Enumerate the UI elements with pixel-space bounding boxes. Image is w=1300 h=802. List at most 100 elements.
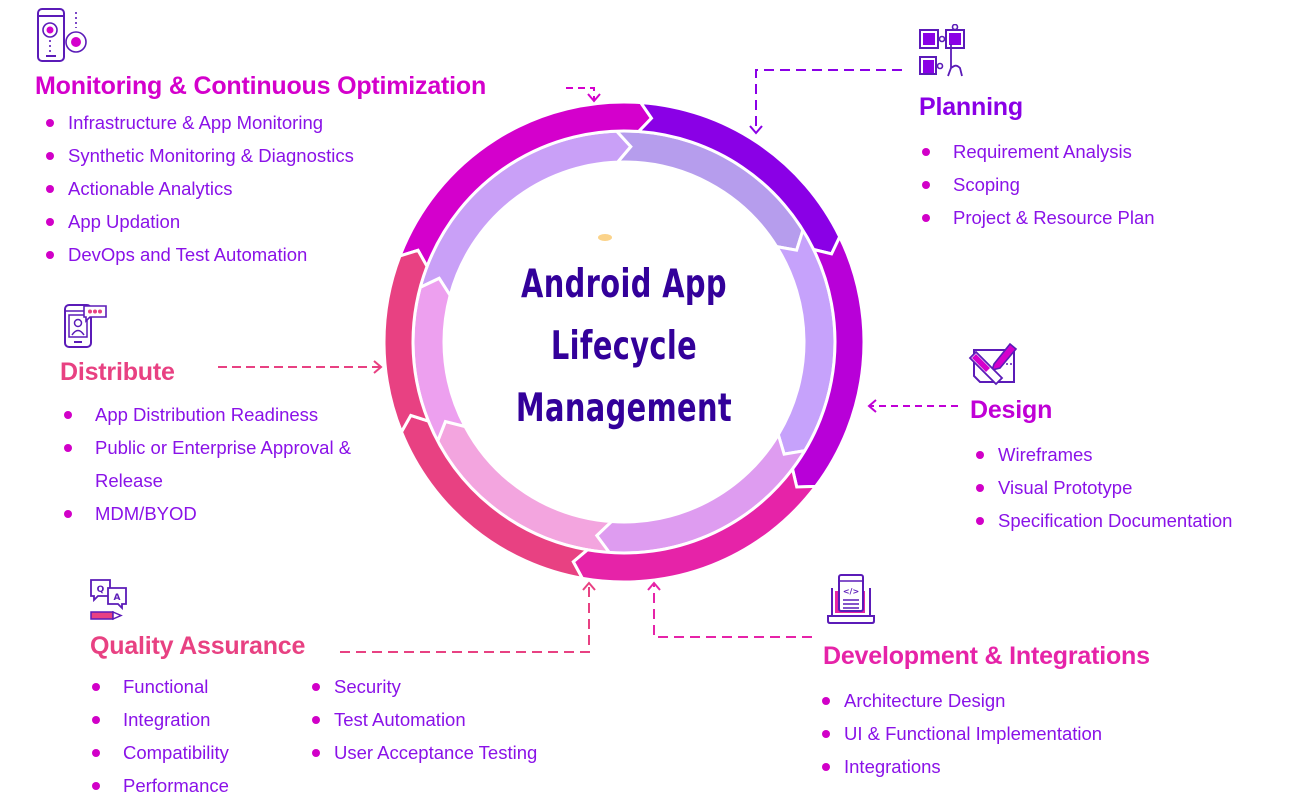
distribute-heading: Distribute xyxy=(60,358,175,386)
decorative-blob xyxy=(598,234,612,241)
puzzle-hand-icon xyxy=(919,24,965,77)
item-label: Security xyxy=(334,676,401,697)
item-label: Infrastructure & App Monitoring xyxy=(68,112,324,133)
bullet-icon xyxy=(46,251,54,259)
quality-list-col1: Functional Integration Compatibility Per… xyxy=(90,670,229,802)
bullet-icon xyxy=(922,214,930,222)
list-item: App Updation xyxy=(46,205,354,238)
bullet-icon xyxy=(822,763,830,771)
planning-heading: Planning xyxy=(919,93,1023,121)
list-item: Project & Resource Plan xyxy=(920,201,1155,234)
item-label: Integration xyxy=(123,709,211,730)
list-item: Visual Prototype xyxy=(976,471,1232,504)
bullet-icon xyxy=(822,697,830,705)
list-item: Performance xyxy=(90,769,229,802)
list-item: App Distribution Readiness xyxy=(62,398,351,431)
distribute-list: App Distribution Readiness Public or Ent… xyxy=(62,398,351,530)
bullet-icon xyxy=(922,148,930,156)
phone-gears-icon xyxy=(37,8,87,62)
bullet-icon xyxy=(46,152,54,160)
item-label: Wireframes xyxy=(998,444,1093,465)
list-item: Functional xyxy=(90,670,229,703)
item-label: Performance xyxy=(123,775,229,796)
item-label: Synthetic Monitoring & Diagnostics xyxy=(68,145,354,166)
list-item: Public or Enterprise Approval & Release xyxy=(62,431,351,497)
bullet-icon xyxy=(46,185,54,193)
list-item: Requirement Analysis xyxy=(920,135,1155,168)
development-heading: Development & Integrations xyxy=(823,642,1150,670)
list-item: Specification Documentation xyxy=(976,504,1232,537)
list-item: Synthetic Monitoring & Diagnostics xyxy=(46,139,354,172)
item-label: UI & Functional Implementation xyxy=(844,723,1103,744)
center-title-line: Android App xyxy=(521,262,727,307)
list-item: Actionable Analytics xyxy=(46,172,354,205)
item-label: App Updation xyxy=(68,211,181,232)
item-label: Actionable Analytics xyxy=(68,178,233,199)
bullet-icon xyxy=(312,683,320,691)
bullet-icon xyxy=(976,517,984,525)
item-label: DevOps and Test Automation xyxy=(68,244,308,265)
item-label: Public or Enterprise Approval & xyxy=(95,437,352,458)
item-label: User Acceptance Testing xyxy=(334,742,538,763)
item-label: Scoping xyxy=(953,174,1020,195)
bullet-icon xyxy=(976,484,984,492)
qa-chat-pencil-icon: Q A xyxy=(90,579,127,621)
item-label: Project & Resource Plan xyxy=(953,207,1155,228)
svg-text:Q: Q xyxy=(97,585,105,595)
item-label: Visual Prototype xyxy=(998,477,1133,498)
center-title-line: Lifecycle xyxy=(550,324,698,369)
bullet-icon xyxy=(976,451,984,459)
item-label: Integrations xyxy=(844,756,941,777)
item-label: MDM/BYOD xyxy=(95,503,197,524)
pencil-ruler-icon xyxy=(968,342,1018,386)
list-item: Scoping xyxy=(920,168,1155,201)
list-item: UI & Functional Implementation xyxy=(822,717,1102,750)
item-label: Functional xyxy=(123,676,209,697)
bullet-icon xyxy=(64,444,72,452)
bullet-icon xyxy=(922,181,930,189)
list-item: Wireframes xyxy=(976,438,1232,471)
monitoring-list: Infrastructure & App Monitoring Syntheti… xyxy=(46,106,354,271)
list-item: Integration xyxy=(90,703,229,736)
bullet-icon xyxy=(92,782,100,790)
item-label-continued: Release xyxy=(95,470,163,491)
design-list: Wireframes Visual Prototype Specificatio… xyxy=(976,438,1232,537)
development-list: Architecture Design UI & Functional Impl… xyxy=(822,684,1102,783)
phone-chat-icon xyxy=(64,304,107,348)
bullet-icon xyxy=(92,716,100,724)
list-item: User Acceptance Testing xyxy=(312,736,537,769)
list-item: Test Automation xyxy=(312,703,537,736)
laptop-code-icon: </> xyxy=(827,574,875,624)
item-label: Test Automation xyxy=(334,709,466,730)
quality-heading: Quality Assurance xyxy=(90,632,306,660)
list-item: Integrations xyxy=(822,750,1102,783)
item-label: Compatibility xyxy=(123,742,229,763)
item-label: Requirement Analysis xyxy=(953,141,1132,162)
list-item: Compatibility xyxy=(90,736,229,769)
list-item: Security xyxy=(312,670,537,703)
bullet-icon xyxy=(92,683,100,691)
center-title-line: Management xyxy=(515,386,733,431)
monitoring-heading: Monitoring & Continuous Optimization xyxy=(35,72,487,100)
bullet-icon xyxy=(64,510,72,518)
item-label: Specification Documentation xyxy=(998,510,1233,531)
quality-list-col2: Security Test Automation User Acceptance… xyxy=(312,670,537,769)
bullet-icon xyxy=(64,411,72,419)
list-item: DevOps and Test Automation xyxy=(46,238,354,271)
svg-text:</>: </> xyxy=(843,587,859,596)
list-item: Architecture Design xyxy=(822,684,1102,717)
item-label: App Distribution Readiness xyxy=(95,404,319,425)
bullet-icon xyxy=(92,749,100,757)
bullet-icon xyxy=(312,749,320,757)
design-heading: Design xyxy=(970,396,1053,424)
bullet-icon xyxy=(46,119,54,127)
center-title: Android App Lifecycle Management xyxy=(498,254,750,440)
svg-text:A: A xyxy=(114,593,121,603)
bullet-icon xyxy=(822,730,830,738)
list-item: MDM/BYOD xyxy=(62,497,351,530)
planning-list: Requirement Analysis Scoping Project & R… xyxy=(920,135,1155,234)
bullet-icon xyxy=(312,716,320,724)
item-label: Architecture Design xyxy=(844,690,1006,711)
list-item: Infrastructure & App Monitoring xyxy=(46,106,354,139)
bullet-icon xyxy=(46,218,54,226)
